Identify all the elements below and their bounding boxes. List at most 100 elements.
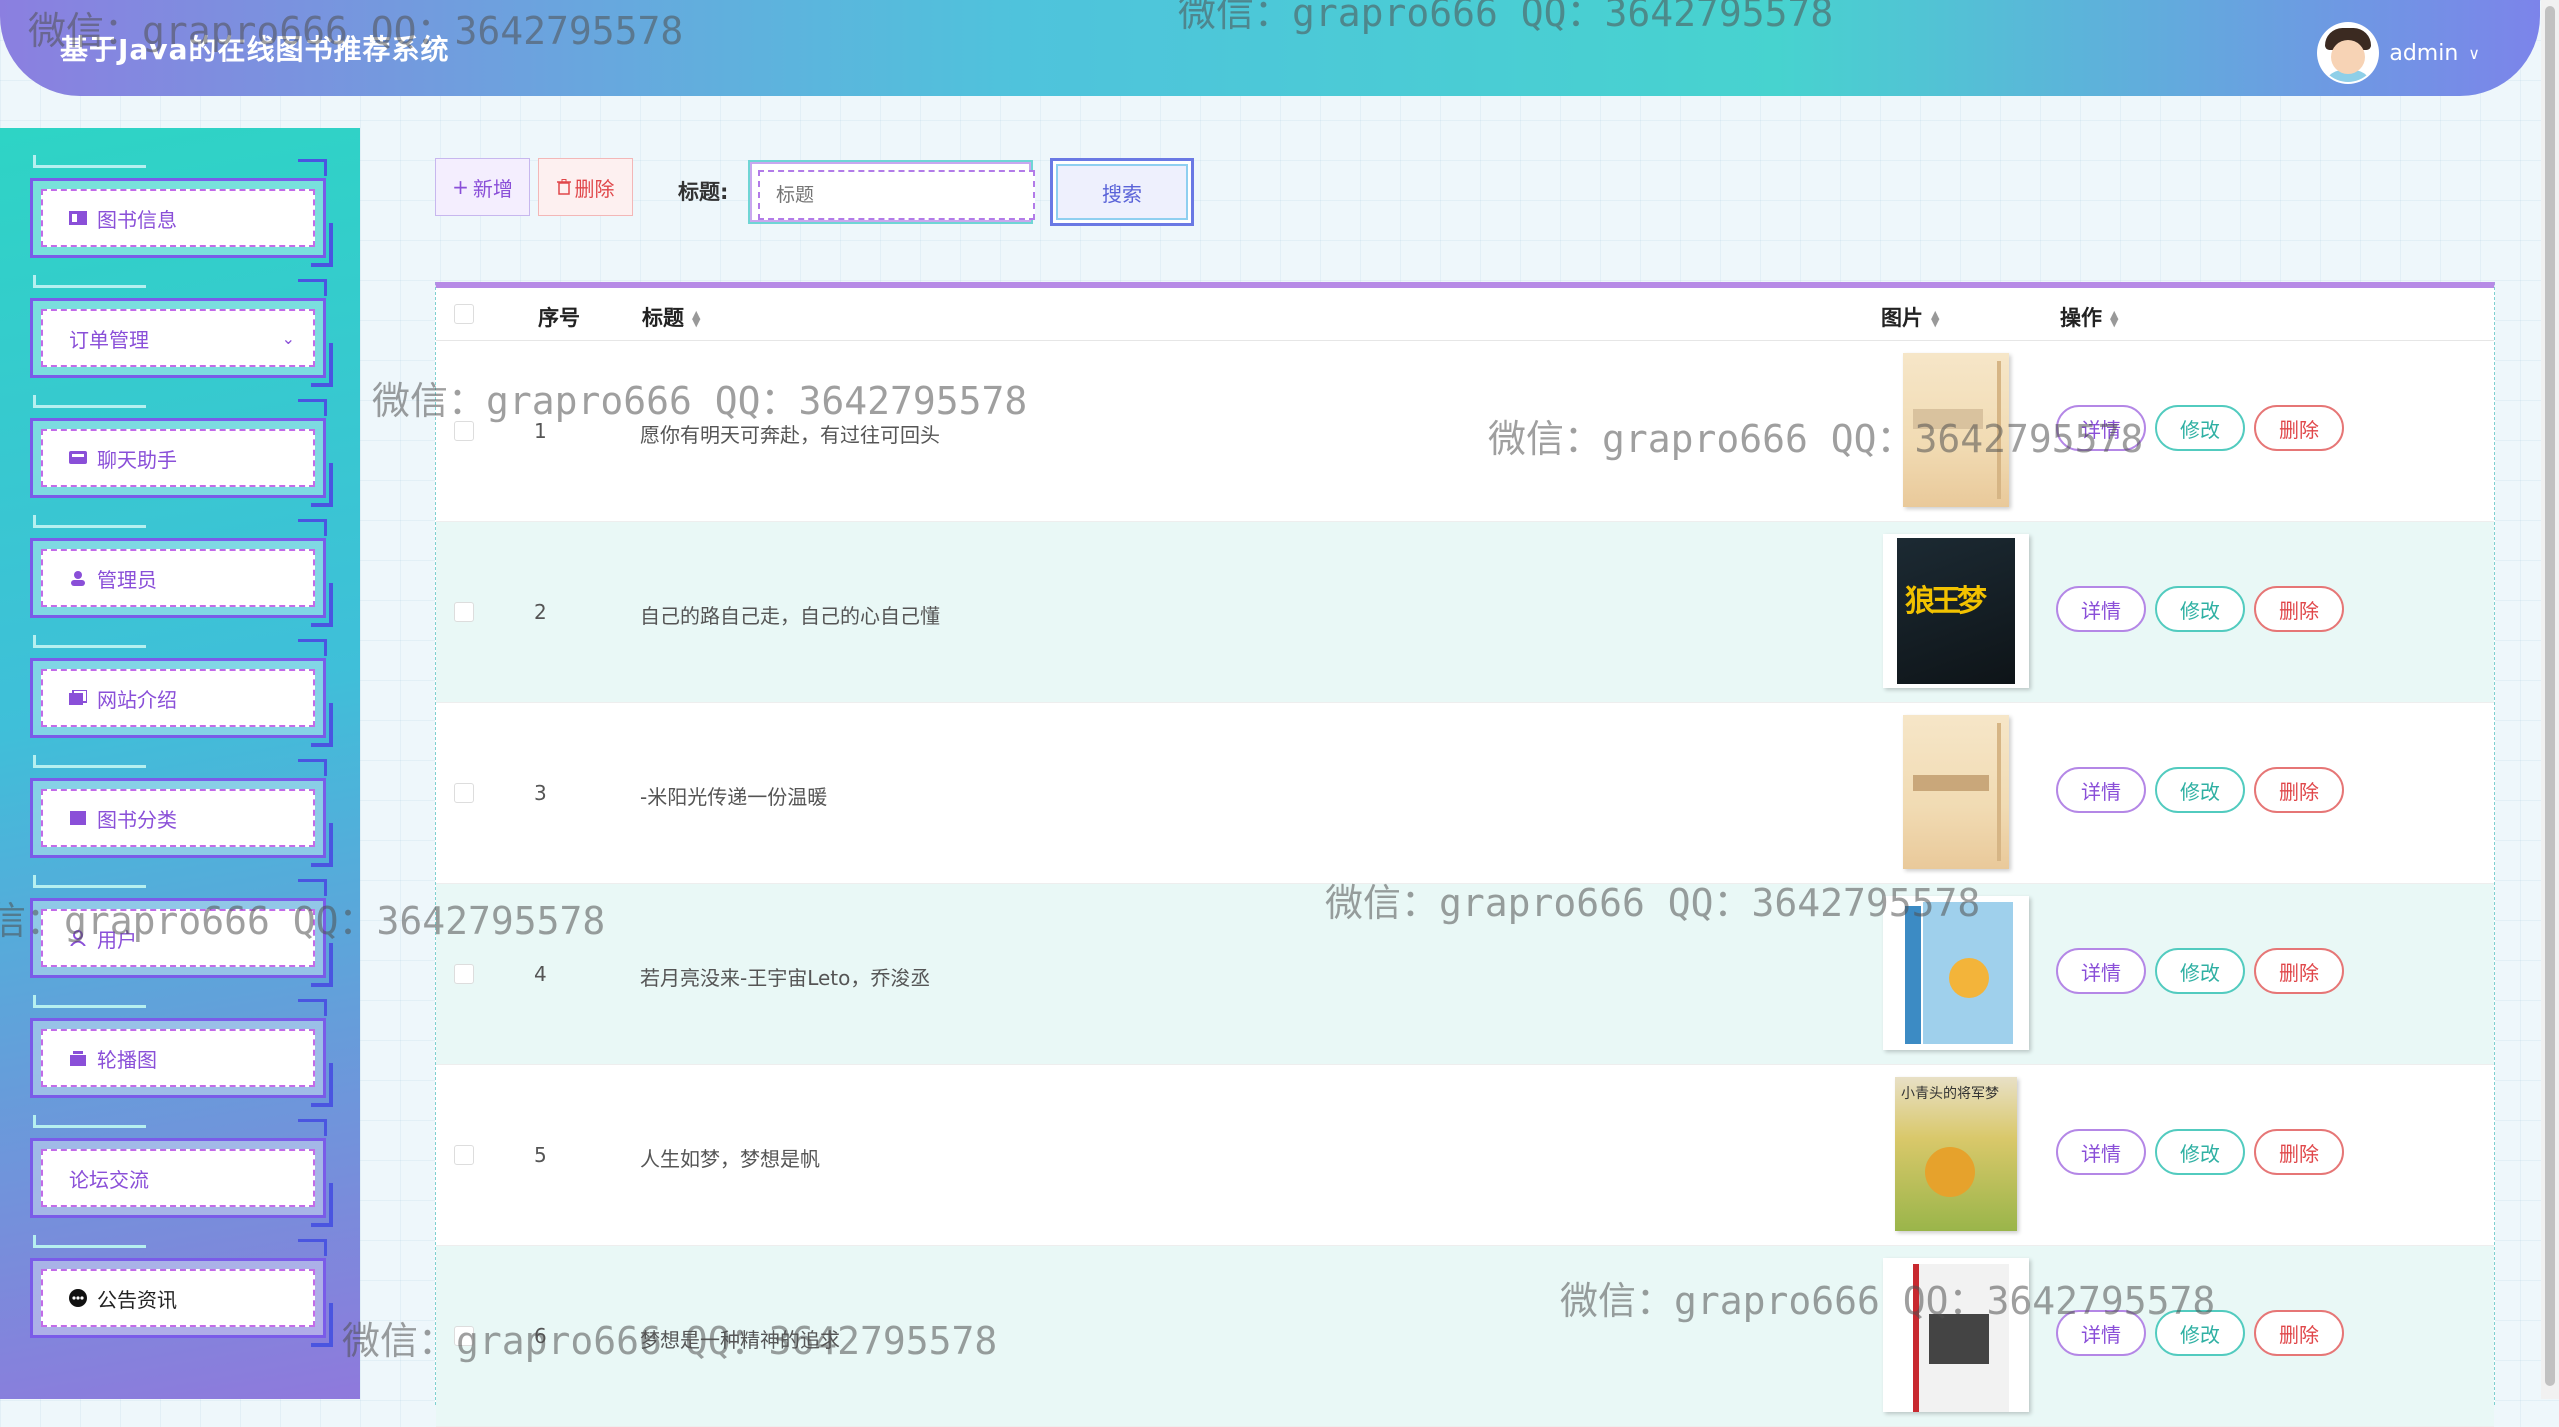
column-header-image[interactable]: 图片 ▲ ▼ xyxy=(1881,302,1939,332)
book-cover-image xyxy=(1881,715,2031,869)
row-title: -米阳光传递一份温暖 xyxy=(640,785,828,809)
chevron-down-icon[interactable]: ∨ xyxy=(2468,44,2480,63)
row-title: 若月亮没来-王宇宙Leto，乔浚丞 xyxy=(640,966,931,990)
sidebar-item-site-intro[interactable]: 网站介绍 xyxy=(30,635,333,747)
book-cover-image xyxy=(1881,1258,2031,1412)
search-field[interactable] xyxy=(748,160,1035,224)
sidebar-item-book-category[interactable]: 图书分类 xyxy=(30,755,333,867)
username[interactable]: admin xyxy=(2389,41,2458,66)
row-checkbox[interactable] xyxy=(454,1326,474,1346)
delete-row-button[interactable]: 删除 xyxy=(2254,1310,2344,1356)
column-header-title[interactable]: 标题 ▲ ▼ xyxy=(642,302,700,332)
sidebar-item-orders[interactable]: 订单管理 ⌄ xyxy=(30,275,333,387)
row-checkbox[interactable] xyxy=(454,421,474,441)
sidebar-item-chat[interactable]: 聊天助手 xyxy=(30,395,333,507)
row-title: 自己的路自己走，自己的心自己懂 xyxy=(640,604,940,628)
book-cover-title: 小青头的将军梦 xyxy=(1901,1086,1999,1102)
add-button[interactable]: + 新增 xyxy=(435,158,530,216)
sidebar-item-label: 论坛交流 xyxy=(69,1167,149,1192)
sidebar-item-label: 轮播图 xyxy=(97,1047,157,1072)
table-row: 4 若月亮没来-王宇宙Leto，乔浚丞 详情 修改 删除 xyxy=(436,884,2494,1065)
sidebar-item-carousel[interactable]: 轮播图 xyxy=(30,995,333,1107)
carousel-icon xyxy=(70,1051,86,1066)
table-row: 5 人生如梦，梦想是帆 小青头的将军梦 详情 修改 删除 xyxy=(436,1065,2494,1246)
sidebar-item-label: 公告资讯 xyxy=(97,1287,177,1312)
edit-button[interactable]: 修改 xyxy=(2155,586,2245,632)
data-table: 序号 标题 ▲ ▼ 图片 ▲ ▼ 操作 ▲ ▼ 1 愿你有明天可奔赴，有过往可回头 详情 修… xyxy=(435,282,2495,1427)
row-title: 人生如梦，梦想是帆 xyxy=(640,1147,820,1171)
search-input[interactable] xyxy=(758,170,1035,220)
announcement-icon xyxy=(69,1289,87,1307)
delete-row-button[interactable]: 删除 xyxy=(2254,767,2344,813)
table-row: 3 -米阳光传递一份温暖 详情 修改 删除 xyxy=(436,703,2494,884)
user-icon xyxy=(71,571,85,586)
plus-icon: + xyxy=(452,175,469,199)
row-index: 6 xyxy=(534,1324,547,1348)
sidebar-item-book-info[interactable]: 图书信息 xyxy=(30,155,333,267)
sidebar-item-users[interactable]: 用户 xyxy=(30,875,333,987)
sidebar-item-label: 图书分类 xyxy=(97,807,177,832)
sort-icon[interactable]: ▲ ▼ xyxy=(2110,309,2118,328)
row-index: 5 xyxy=(534,1143,547,1167)
chat-icon xyxy=(69,451,87,464)
column-header-index: 序号 xyxy=(538,306,580,330)
table-row: 2 自己的路自己走，自己的心自己懂 狼王梦 详情 修改 删除 xyxy=(436,522,2494,703)
detail-button[interactable]: 详情 xyxy=(2056,767,2146,813)
detail-button[interactable]: 详情 xyxy=(2056,1129,2146,1175)
trash-icon xyxy=(556,179,571,195)
detail-button[interactable]: 详情 xyxy=(2056,586,2146,632)
row-title: 梦想是一种精神的追求 xyxy=(640,1328,840,1352)
book-cover-image: 小青头的将军梦 xyxy=(1881,1077,2031,1231)
user-menu[interactable]: admin ∨ xyxy=(2317,22,2480,84)
search-label: 标题: xyxy=(678,180,729,204)
row-index: 3 xyxy=(534,781,547,805)
table-row: 6 梦想是一种精神的追求 详情 修改 删除 xyxy=(436,1246,2494,1427)
delete-row-button[interactable]: 删除 xyxy=(2254,1129,2344,1175)
table-row: 1 愿你有明天可奔赴，有过往可回头 详情 修改 删除 xyxy=(436,341,2494,522)
row-title: 愿你有明天可奔赴，有过往可回头 xyxy=(640,423,940,447)
sort-icon[interactable]: ▲ ▼ xyxy=(692,309,700,328)
book-cover-image: 狼王梦 xyxy=(1881,534,2031,688)
sidebar-item-label: 管理员 xyxy=(97,567,157,592)
delete-button[interactable]: 删除 xyxy=(538,158,633,216)
row-checkbox[interactable] xyxy=(454,602,474,622)
column-header-actions[interactable]: 操作 ▲ ▼ xyxy=(2060,302,2118,332)
edit-button[interactable]: 修改 xyxy=(2155,405,2245,451)
row-index: 2 xyxy=(534,600,547,624)
sidebar-item-announcements[interactable]: 公告资讯 xyxy=(30,1235,333,1347)
book-cover-title: 狼王梦 xyxy=(1905,584,1987,619)
scrollbar-thumb[interactable] xyxy=(2545,6,2555,1386)
row-checkbox[interactable] xyxy=(454,1145,474,1165)
select-all-checkbox[interactable] xyxy=(454,304,474,324)
vertical-scrollbar[interactable] xyxy=(2541,0,2559,1399)
detail-button[interactable]: 详情 xyxy=(2056,1310,2146,1356)
table-header: 序号 标题 ▲ ▼ 图片 ▲ ▼ 操作 ▲ ▼ xyxy=(436,288,2494,341)
sidebar-item-label: 聊天助手 xyxy=(97,447,177,472)
sidebar-item-admin[interactable]: 管理员 xyxy=(30,515,333,627)
delete-row-button[interactable]: 删除 xyxy=(2254,405,2344,451)
edit-button[interactable]: 修改 xyxy=(2155,948,2245,994)
sort-icon[interactable]: ▲ ▼ xyxy=(1931,309,1939,328)
detail-button[interactable]: 详情 xyxy=(2056,948,2146,994)
edit-button[interactable]: 修改 xyxy=(2155,767,2245,813)
row-checkbox[interactable] xyxy=(454,783,474,803)
avatar[interactable] xyxy=(2317,22,2380,84)
user-outline-icon xyxy=(70,930,86,946)
edit-button[interactable]: 修改 xyxy=(2155,1310,2245,1356)
row-index: 1 xyxy=(534,419,547,443)
row-checkbox[interactable] xyxy=(454,964,474,984)
sidebar-item-label: 用户 xyxy=(97,927,137,952)
delete-row-button[interactable]: 删除 xyxy=(2254,586,2344,632)
book-cover-image xyxy=(1881,896,2031,1050)
search-button[interactable]: 搜索 xyxy=(1050,158,1194,226)
sidebar-item-label: 订单管理 xyxy=(69,327,149,352)
sidebar-item-label: 网站介绍 xyxy=(97,687,177,712)
delete-row-button[interactable]: 删除 xyxy=(2254,948,2344,994)
book-cover-image xyxy=(1881,353,2031,507)
edit-button[interactable]: 修改 xyxy=(2155,1129,2245,1175)
intro-icon xyxy=(69,690,87,705)
sidebar-item-forum[interactable]: 论坛交流 xyxy=(30,1115,333,1227)
detail-button[interactable]: 详情 xyxy=(2056,405,2146,451)
chevron-down-icon: ⌄ xyxy=(281,328,295,348)
sidebar: 图书信息 订单管理 ⌄ 聊天助手 管理员 网站介绍 图书分类 用户 轮播图 论坛交 xyxy=(0,128,360,1399)
